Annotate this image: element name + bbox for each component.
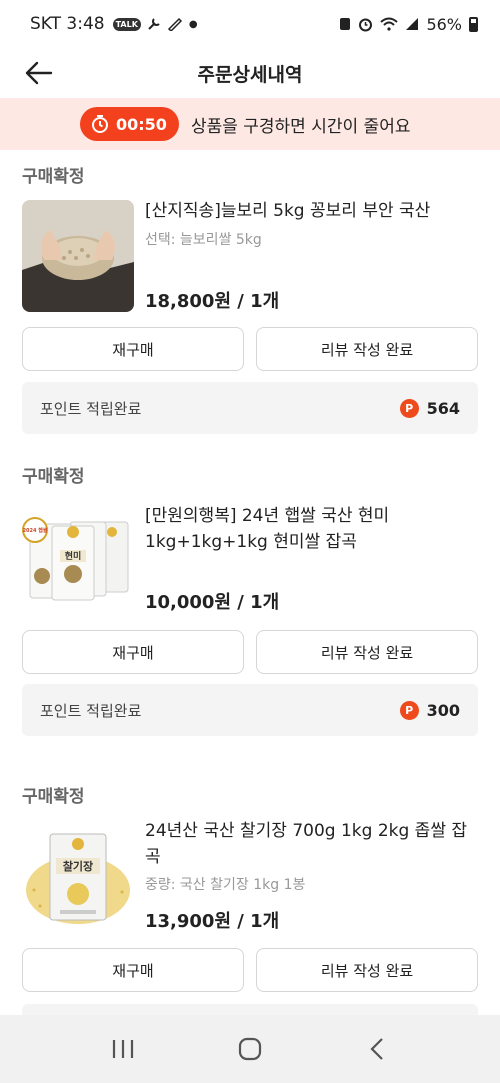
- timer-time: 00:50: [116, 114, 167, 134]
- point-status-box: 포인트 적립완료 P 300: [22, 684, 478, 736]
- system-nav-bar: [0, 1015, 500, 1083]
- timer-banner[interactable]: 00:50 상품을 구경하면 시간이 줄어요: [0, 98, 500, 150]
- point-p-icon: P: [399, 700, 419, 720]
- home-icon: [238, 1037, 262, 1061]
- signal-icon: [406, 18, 419, 30]
- review-complete-button[interactable]: 리뷰 작성 완료: [256, 948, 478, 992]
- alarm-icon: [359, 18, 373, 31]
- point-label: 포인트 적립완료: [40, 701, 142, 720]
- point-amount: 564: [426, 398, 460, 418]
- thumb-bag-label: 찰기장: [63, 859, 93, 873]
- status-bar: SKT 3:48 TALK ● 56%: [0, 0, 500, 48]
- barley-photo: [22, 200, 134, 312]
- timer-message: 상품을 구경하면 시간이 줄어요: [190, 116, 411, 137]
- order-item: 구매확정 찰기장 24년산 국산 찰기장 700g 1kg 2kg 좁쌀 잡곡 …: [0, 770, 500, 1030]
- rebuy-button[interactable]: 재구매: [22, 327, 244, 371]
- timer-pill: 00:50: [80, 107, 179, 141]
- recent-apps-button[interactable]: [98, 1029, 148, 1069]
- review-complete-button[interactable]: 리뷰 작성 완료: [256, 327, 478, 371]
- rice-bags-image: 현미 2024 햅쌀: [22, 500, 134, 612]
- battery-percent: 56%: [426, 14, 462, 34]
- stopwatch-icon: [92, 115, 108, 133]
- point-p-icon: P: [399, 398, 419, 418]
- thumb-bag-label: 현미: [65, 550, 82, 562]
- home-button[interactable]: [225, 1029, 275, 1069]
- page-header: 주문상세내역: [0, 48, 500, 98]
- dot-icon: ●: [188, 18, 198, 30]
- point-value: P 564: [399, 398, 460, 418]
- product-option: 중량: 국산 찰기장 1kg 1봉: [145, 877, 306, 893]
- point-value: P 300: [399, 700, 460, 720]
- data-saver-icon: [340, 18, 351, 30]
- order-status: 구매확정: [22, 167, 85, 187]
- point-label: 포인트 적립완료: [40, 399, 142, 418]
- order-status: 구매확정: [22, 787, 85, 807]
- rebuy-button[interactable]: 재구매: [22, 948, 244, 992]
- order-item: 구매확정 현미 2024 햅쌀 [만원의행복] 24년 햅쌀 국산 현미 1kg…: [0, 450, 500, 770]
- status-right: 56%: [339, 15, 478, 34]
- wifi-icon: [380, 17, 399, 31]
- product-name[interactable]: 24년산 국산 찰기장 700g 1kg 2kg 좁쌀 잡곡: [145, 818, 475, 870]
- battery-icon: [469, 16, 478, 32]
- talk-icon: TALK: [112, 17, 141, 31]
- review-complete-button[interactable]: 리뷰 작성 완료: [256, 630, 478, 674]
- order-item: 구매확정 [산지직송]늘보리 5kg 꽁보리 부안 국산 선택: 늘보리쌀 5k…: [0, 150, 500, 450]
- point-status-box: 포인트 적립완료 P 564: [22, 382, 478, 434]
- recent-apps-icon: [113, 1040, 134, 1058]
- chevron-left-icon: [370, 1038, 383, 1060]
- back-button[interactable]: [22, 56, 56, 90]
- wrench-icon: [148, 18, 160, 30]
- rebuy-button[interactable]: 재구매: [22, 630, 244, 674]
- product-price: 18,800원 / 1개: [145, 291, 280, 312]
- product-name[interactable]: [산지직송]늘보리 5kg 꽁보리 부안 국산: [145, 198, 475, 224]
- product-thumbnail[interactable]: 현미 2024 햅쌀: [22, 500, 134, 612]
- millet-bag-image: 찰기장: [22, 820, 134, 932]
- product-thumbnail[interactable]: 찰기장: [22, 820, 134, 932]
- product-price: 10,000원 / 1개: [145, 592, 280, 613]
- product-name[interactable]: [만원의행복] 24년 햅쌀 국산 현미 1kg+1kg+1kg 현미쌀 잡곡: [145, 503, 475, 555]
- arrow-left-icon: [25, 61, 53, 85]
- back-nav-button[interactable]: [352, 1029, 402, 1069]
- order-status: 구매확정: [22, 467, 85, 487]
- page-title: 주문상세내역: [197, 63, 303, 86]
- status-left: SKT 3:48 TALK ●: [30, 14, 198, 34]
- thumb-badge: 2024 햅쌀: [23, 527, 48, 534]
- product-price: 13,900원 / 1개: [145, 911, 280, 932]
- point-amount: 300: [426, 700, 460, 720]
- product-thumbnail[interactable]: [22, 200, 134, 312]
- pencil-icon: [167, 17, 182, 31]
- product-option: 선택: 늘보리쌀 5kg: [145, 232, 262, 248]
- carrier-time: SKT 3:48: [30, 14, 105, 34]
- notification-icons: TALK ●: [112, 17, 198, 31]
